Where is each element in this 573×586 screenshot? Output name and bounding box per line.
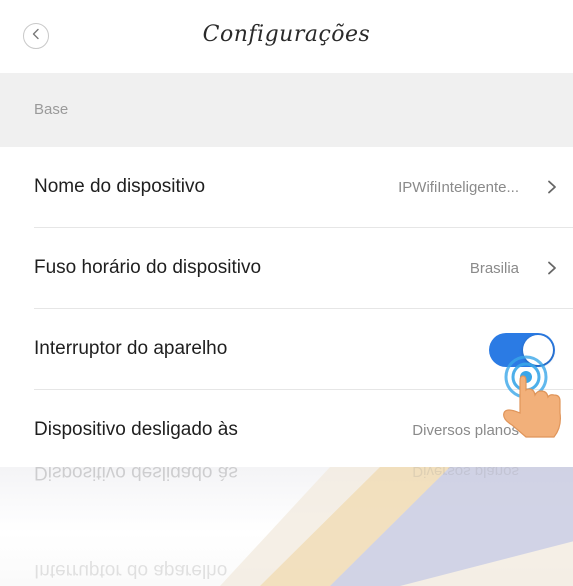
row-label: Interruptor do aparelho <box>34 338 228 359</box>
section-header-base: Base <box>0 73 573 147</box>
page-title: Configurações <box>202 22 371 47</box>
chevron-right-icon <box>545 261 559 275</box>
settings-screen: Configurações Base Nome do dispositivo I… <box>0 0 573 586</box>
row-device-off-at[interactable]: Dispositivo desligado às Diversos planos <box>0 390 573 470</box>
tap-hand-icon <box>492 347 568 443</box>
row-device-switch: Interruptor do aparelho <box>0 309 573 389</box>
row-time-zone[interactable]: Fuso horário do dispositivo Brasilia <box>0 228 573 308</box>
section-label: Base <box>34 101 69 118</box>
reflection-value: Diversos planos <box>412 467 519 480</box>
settings-list: Nome do dispositivo IPWifiInteligente...… <box>0 147 573 467</box>
row-label: Dispositivo desligado às <box>34 419 238 440</box>
row-label: Nome do dispositivo <box>34 176 206 197</box>
row-value: Brasilia <box>469 260 519 277</box>
reflection-label: Dispositivo desligado às <box>34 467 238 483</box>
row-device-name[interactable]: Nome do dispositivo IPWifiInteligente... <box>0 147 573 227</box>
row-value: IPWifiInteligente... <box>398 179 519 196</box>
faded-reflection: Dispositivo desligado às Diversos planos… <box>0 467 573 586</box>
header: Configurações <box>0 0 573 73</box>
chevron-right-icon <box>545 180 559 194</box>
row-label: Fuso horário do dispositivo <box>34 257 262 278</box>
reflection-label: Interruptor do aparelho <box>34 560 228 581</box>
